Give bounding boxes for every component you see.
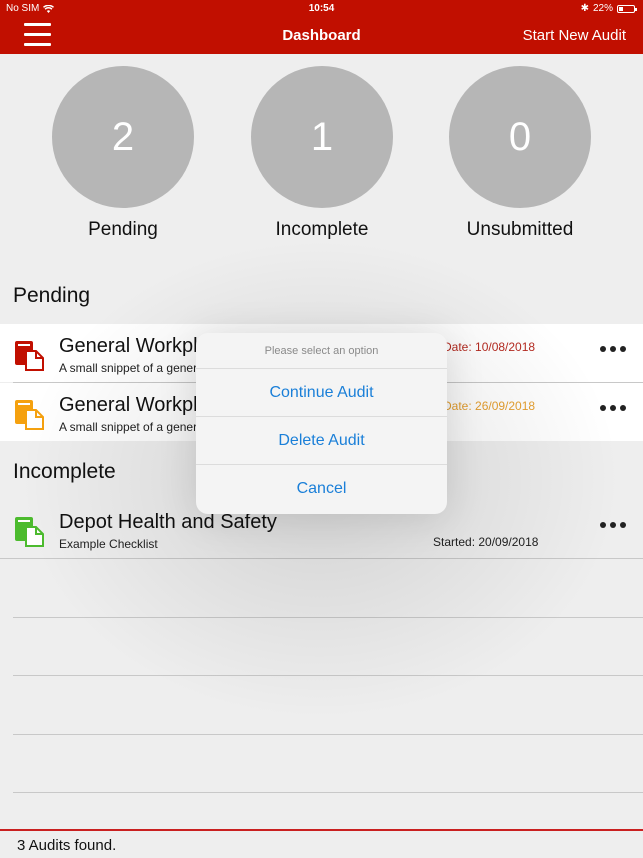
audit-subtitle: Example Checklist <box>59 537 158 551</box>
divider <box>0 558 643 559</box>
divider <box>13 734 643 735</box>
audit-count: 3 Audits found. <box>17 837 117 854</box>
battery-fill <box>619 6 623 11</box>
audit-subtitle: A small snippet of a gener <box>59 361 198 375</box>
stat-label: Incomplete <box>275 219 369 240</box>
stat-label: Pending <box>88 219 158 240</box>
audit-title: General Workpla <box>59 335 209 357</box>
stat-count: 2 <box>52 66 194 208</box>
audit-title: General Workpla <box>59 394 209 416</box>
more-dots-icon[interactable] <box>600 522 626 530</box>
stat-incomplete[interactable]: 1 Incomplete <box>251 66 393 241</box>
continue-audit-button[interactable]: Continue Audit <box>196 369 447 417</box>
divider <box>13 675 643 676</box>
delete-audit-button[interactable]: Delete Audit <box>196 417 447 465</box>
stat-label: Unsubmitted <box>466 219 574 240</box>
status-bar: No SIM 10:54 ✱ 22% <box>0 0 643 18</box>
top-bar: No SIM 10:54 ✱ 22% Dashboard Start New A… <box>0 0 643 54</box>
stat-count: 0 <box>449 66 591 208</box>
stats-summary: 2 Pending 1 Incomplete 0 Unsubmitted <box>0 66 643 246</box>
stat-pending[interactable]: 2 Pending <box>52 66 194 241</box>
document-icon <box>15 400 44 430</box>
stat-count: 1 <box>251 66 393 208</box>
section-title-pending: Pending <box>13 284 91 307</box>
footer-bar: 3 Audits found. <box>0 829 643 858</box>
bluetooth-icon: ✱ <box>580 3 589 14</box>
started-date: Started: 20/09/2018 <box>433 535 539 549</box>
navigation-bar: Dashboard Start New Audit <box>0 18 643 54</box>
clock: 10:54 <box>308 3 335 14</box>
action-popover: Please select an option Continue Audit D… <box>196 333 447 514</box>
more-dots-icon[interactable] <box>600 405 626 413</box>
divider <box>13 792 643 793</box>
due-date: e Date: 10/08/2018 <box>433 340 536 354</box>
stat-unsubmitted[interactable]: 0 Unsubmitted <box>449 66 591 241</box>
battery-percent: 22% <box>592 3 613 14</box>
section-title-incomplete: Incomplete <box>13 460 116 483</box>
document-icon <box>15 517 44 547</box>
audit-title: Depot Health and Safety <box>59 511 277 533</box>
divider <box>13 617 643 618</box>
due-date: e Date: 26/09/2018 <box>433 399 536 413</box>
popover-header: Please select an option <box>196 333 447 369</box>
document-icon <box>15 341 44 371</box>
battery-icon <box>617 4 637 13</box>
start-new-audit-button[interactable]: Start New Audit <box>523 27 626 44</box>
audit-subtitle: A small snippet of a gener <box>59 420 198 434</box>
cancel-button[interactable]: Cancel <box>196 465 447 513</box>
more-dots-icon[interactable] <box>600 346 626 354</box>
